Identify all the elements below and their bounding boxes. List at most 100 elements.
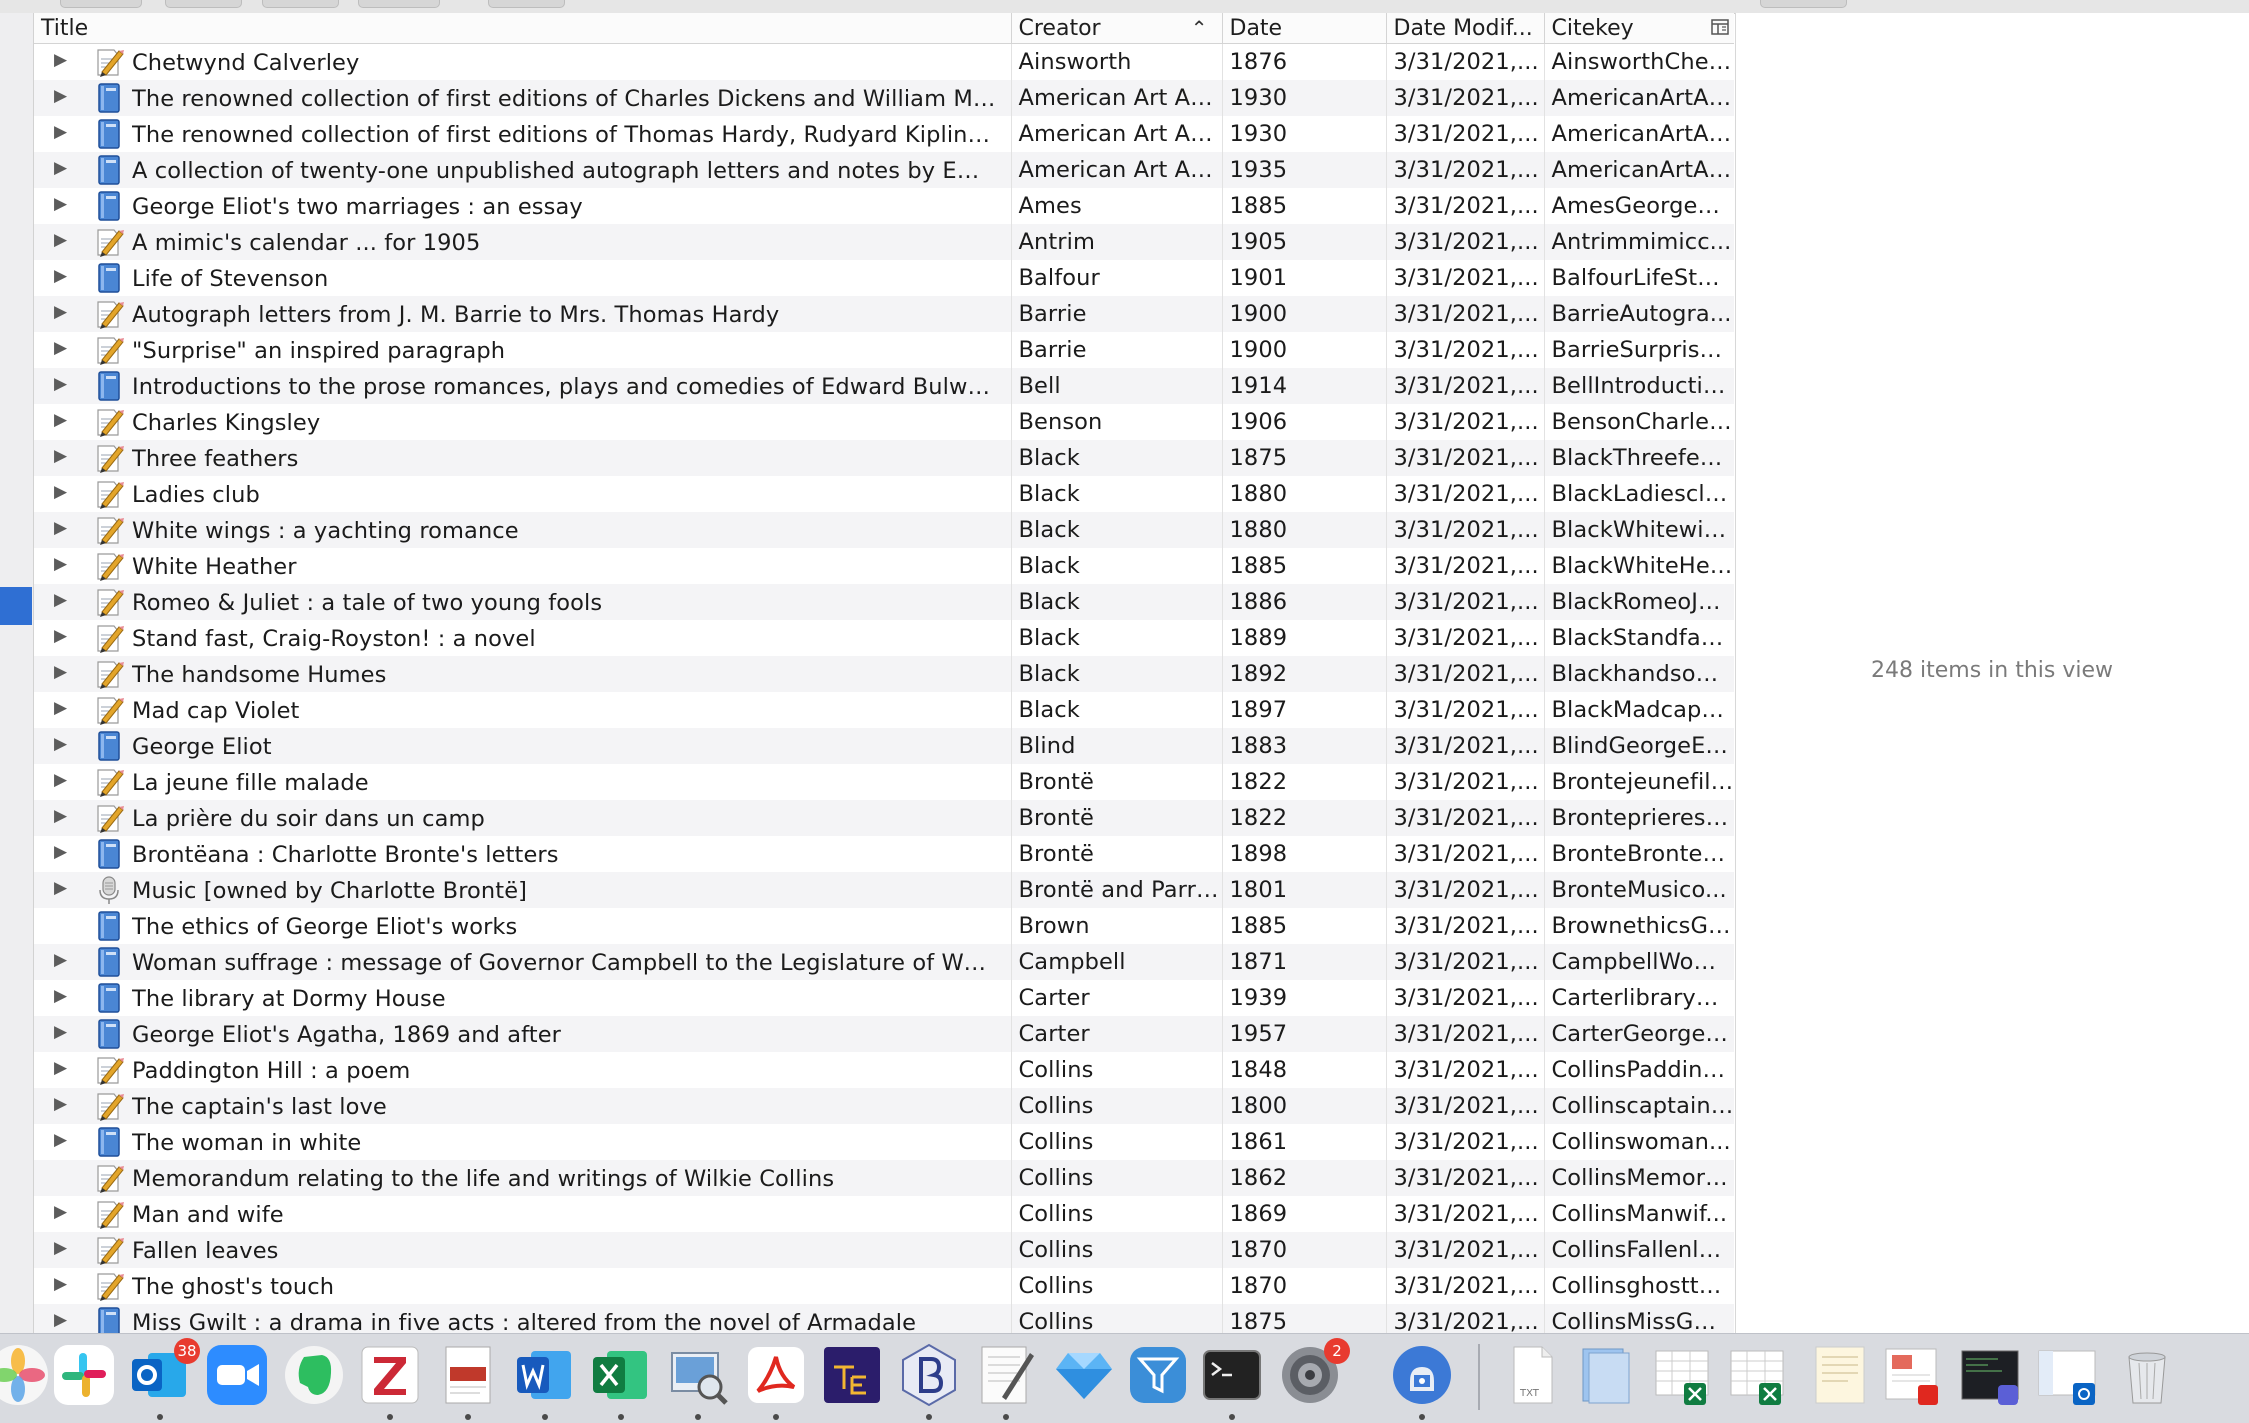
cell-date-modified[interactable]: 3/31/2021,... — [1386, 872, 1545, 908]
table-row[interactable]: ▶ Fallen leaves Collins 1870 3/31/2021,... Co… — [34, 1232, 1734, 1268]
table-row[interactable]: ▶ White Heather Black 1885 3/31/2021,... Blac… — [34, 548, 1734, 584]
column-header-date-modified[interactable]: Date Modif... — [1386, 13, 1545, 44]
table-row[interactable]: ▶ Woman suffrage : message of Governor Ca… — [34, 944, 1734, 980]
cell-creator[interactable]: Black — [1011, 476, 1223, 512]
cell-date[interactable]: 1876 — [1222, 43, 1387, 80]
cell-title[interactable]: ▶ La prière du soir dans un camp — [34, 800, 1012, 836]
table-row[interactable]: ▶ "Surprise" an inspired paragraph Barrie 1… — [34, 332, 1734, 368]
disclosure-triangle-icon[interactable]: ▶ — [54, 122, 67, 142]
cell-citekey[interactable]: Collinscaptainl... — [1544, 1088, 1734, 1124]
trash-icon[interactable] — [2115, 1343, 2179, 1407]
cell-date-modified[interactable]: 3/31/2021,... — [1386, 260, 1545, 296]
table-row[interactable]: ▶ The ghost's touch Collins 1870 3/31/2021,.… — [34, 1268, 1734, 1304]
table-row[interactable]: ▶ George Eliot's Agatha, 1869 and after Ca… — [34, 1016, 1734, 1052]
cell-date-modified[interactable]: 3/31/2021,... — [1386, 908, 1545, 944]
column-header-citekey[interactable]: Citekey — [1544, 13, 1734, 44]
cell-citekey[interactable]: BlackThreefeat... — [1544, 440, 1734, 476]
cell-title[interactable]: ▶ White Heather — [34, 548, 1012, 584]
cell-citekey[interactable]: CollinsPadding... — [1544, 1052, 1734, 1088]
table-row[interactable]: ▶ The captain's last love Collins 1800 3/31/… — [34, 1088, 1734, 1124]
word-icon[interactable] — [513, 1343, 577, 1407]
cell-date-modified[interactable]: 3/31/2021,... — [1386, 476, 1545, 512]
column-picker-icon[interactable] — [1710, 17, 1730, 37]
cell-title[interactable]: ▶ Chetwynd Calverley — [34, 43, 1012, 80]
disclosure-triangle-icon[interactable]: ▶ — [54, 518, 67, 538]
table-row[interactable]: ▶ The renowned collection of first editio… — [34, 80, 1734, 116]
cell-title[interactable]: ▶ Paddington Hill : a poem — [34, 1052, 1012, 1088]
cell-citekey[interactable]: BlackLadiesclu... — [1544, 476, 1734, 512]
disclosure-triangle-icon[interactable]: ▶ — [54, 410, 67, 430]
table-row[interactable]: ▶ Autograph letters from J. M. Barrie to … — [34, 296, 1734, 332]
cell-creator[interactable]: Collins — [1011, 1232, 1223, 1268]
cell-date-modified[interactable]: 3/31/2021,... — [1386, 440, 1545, 476]
cell-date[interactable]: 1900 — [1222, 296, 1387, 332]
table-row[interactable]: ▶ Mad cap Violet Black 1897 3/31/2021,... Bla… — [34, 692, 1734, 728]
toolbar-button-stub[interactable] — [488, 0, 565, 8]
preview-icon[interactable] — [666, 1343, 730, 1407]
table-row[interactable]: ▶ The library at Dormy House Carter 1939 3/3… — [34, 980, 1734, 1016]
table-row[interactable]: ▶ Introductions to the prose romances, pl… — [34, 368, 1734, 404]
cell-citekey[interactable]: BronteMusico... — [1544, 872, 1734, 908]
cell-date-modified[interactable]: 3/31/2021,... — [1386, 404, 1545, 440]
cell-date-modified[interactable]: 3/31/2021,... — [1386, 224, 1545, 260]
column-header-date[interactable]: Date — [1222, 13, 1387, 44]
cell-creator[interactable]: Black — [1011, 548, 1223, 584]
cell-citekey[interactable]: Blackhandsom... — [1544, 656, 1734, 692]
cell-creator[interactable]: Barrie — [1011, 332, 1223, 368]
disclosure-triangle-icon[interactable]: ▶ — [54, 338, 67, 358]
disclosure-triangle-icon[interactable]: ▶ — [54, 194, 67, 214]
cell-title[interactable]: ▶ The captain's last love — [34, 1088, 1012, 1124]
table-row[interactable]: ▶ White wings : a yachting romance Black 18… — [34, 512, 1734, 548]
disclosure-triangle-icon[interactable]: ▶ — [54, 950, 67, 970]
table-row[interactable]: ▶ A mimic's calendar ... for 1905 Antrim 19… — [34, 224, 1734, 260]
cell-title[interactable]: ▶ Music [owned by Charlotte Brontë] — [34, 872, 1012, 908]
table-row[interactable]: ▶ George Eliot Blind 1883 3/31/2021,... Blind… — [34, 728, 1734, 764]
cell-date[interactable]: 1906 — [1222, 404, 1387, 440]
disclosure-triangle-icon[interactable]: ▶ — [54, 1274, 67, 1294]
cell-citekey[interactable]: BlackWhitewin... — [1544, 512, 1734, 548]
cell-title[interactable]: ▶ George Eliot's Agatha, 1869 and after — [34, 1016, 1012, 1052]
table-row[interactable]: ▶ Life of Stevenson Balfour 1901 3/31/2021,.… — [34, 260, 1734, 296]
cell-creator[interactable]: Brontë and Parrish — [1011, 872, 1223, 908]
cell-title[interactable]: ▶ The handsome Humes — [34, 656, 1012, 692]
cell-title[interactable]: ▶ George Eliot's two marriages : an essay — [34, 188, 1012, 224]
cell-creator[interactable]: Brontë — [1011, 764, 1223, 800]
cell-date-modified[interactable]: 3/31/2021,... — [1386, 1304, 1545, 1333]
cell-creator[interactable]: Carter — [1011, 980, 1223, 1016]
cell-creator[interactable]: Ainsworth — [1011, 43, 1223, 80]
cell-date[interactable]: 1935 — [1222, 152, 1387, 188]
cell-creator[interactable]: Collins — [1011, 1304, 1223, 1333]
cell-citekey[interactable]: BarrieAutogra... — [1544, 296, 1734, 332]
disclosure-triangle-icon[interactable]: ▶ — [54, 1238, 67, 1258]
cell-date-modified[interactable]: 3/31/2021,... — [1386, 43, 1545, 80]
cell-date-modified[interactable]: 3/31/2021,... — [1386, 152, 1545, 188]
cell-date[interactable]: 1930 — [1222, 80, 1387, 116]
cell-creator[interactable]: Black — [1011, 584, 1223, 620]
cell-title[interactable]: The ethics of George Eliot's works — [34, 908, 1012, 944]
cell-date[interactable]: 1801 — [1222, 872, 1387, 908]
cell-date[interactable]: 1875 — [1222, 1304, 1387, 1333]
cell-citekey[interactable]: BalfourLifeStev... — [1544, 260, 1734, 296]
cell-title[interactable]: ▶ Romeo & Juliet : a tale of two young fo… — [34, 584, 1012, 620]
cell-date[interactable]: 1870 — [1222, 1268, 1387, 1304]
toolbar-button-stub[interactable] — [262, 0, 339, 8]
disclosure-triangle-icon[interactable]: ▶ — [54, 554, 67, 574]
cell-title[interactable]: ▶ The renowned collection of first editio… — [34, 116, 1012, 152]
cell-citekey[interactable]: CollinsMissGwi... — [1544, 1304, 1734, 1333]
cell-creator[interactable]: Blind — [1011, 728, 1223, 764]
cell-title[interactable]: ▶ The library at Dormy House — [34, 980, 1012, 1016]
cell-title[interactable]: ▶ Charles Kingsley — [34, 404, 1012, 440]
cell-creator[interactable]: Collins — [1011, 1160, 1223, 1196]
textedit-icon[interactable] — [974, 1343, 1038, 1407]
cell-date[interactable]: 1880 — [1222, 476, 1387, 512]
cell-title[interactable]: ▶ Fallen leaves — [34, 1232, 1012, 1268]
disclosure-triangle-icon[interactable]: ▶ — [54, 266, 67, 286]
cell-citekey[interactable]: BellIntroductio... — [1544, 368, 1734, 404]
cell-citekey[interactable]: CollinsMemora... — [1544, 1160, 1734, 1196]
disclosure-triangle-icon[interactable]: ▶ — [54, 626, 67, 646]
toolbar-button-stub[interactable] — [165, 0, 242, 8]
collections-pane[interactable] — [0, 13, 34, 1333]
cell-title[interactable]: ▶ White wings : a yachting romance — [34, 512, 1012, 548]
table-row[interactable]: The ethics of George Eliot's works Brown 1… — [34, 908, 1734, 944]
disclosure-triangle-icon[interactable]: ▶ — [54, 50, 67, 70]
